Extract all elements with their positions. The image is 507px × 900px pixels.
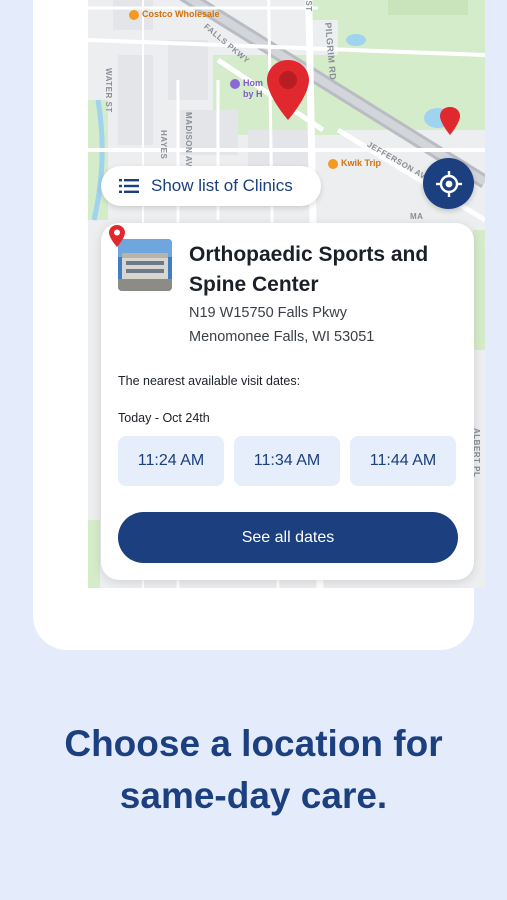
- poi-kwik-trip[interactable]: Kwik Trip: [328, 158, 381, 169]
- tipp-st-label: TIPP ST: [304, 0, 313, 12]
- clinic-photo: [118, 239, 172, 291]
- address-line-1: N19 W15750 Falls Pkwy: [189, 305, 347, 321]
- phone-frame: 41 WATER ST HAYES MADISON AVE FALLS PKWY…: [33, 0, 485, 650]
- clinic-name[interactable]: Orthopaedic Sports and Spine Center: [189, 240, 459, 300]
- list-icon: [119, 179, 139, 193]
- promo-headline: Choose a location for same-day care.: [0, 718, 507, 822]
- nearest-dates-label: The nearest available visit dates:: [118, 374, 301, 388]
- gas-icon: [328, 158, 338, 169]
- map-screen[interactable]: 41 WATER ST HAYES MADISON AVE FALLS PKWY…: [88, 0, 485, 588]
- poi-costco[interactable]: Costco Wholesale: [129, 9, 220, 20]
- time-slots: 11:24 AM 11:34 AM 11:44 AM: [118, 436, 456, 486]
- ma-label: MA: [410, 212, 424, 221]
- hotel-icon: [230, 78, 240, 89]
- poi-hotel[interactable]: Hom by H: [230, 78, 263, 99]
- clinic-pin-icon: [109, 225, 125, 247]
- map-pin-icon[interactable]: [440, 107, 460, 135]
- time-slot-button[interactable]: 11:44 AM: [350, 436, 456, 486]
- headline-line-2: same-day care.: [119, 775, 388, 816]
- show-list-label: Show list of Clinics: [151, 176, 293, 195]
- clinic-address: N19 W15750 Falls Pkwy Menomonee Falls, W…: [189, 301, 374, 349]
- time-slot-button[interactable]: 11:34 AM: [234, 436, 340, 486]
- selected-map-pin-icon[interactable]: [267, 60, 309, 120]
- my-location-button[interactable]: [423, 158, 474, 209]
- time-slot-button[interactable]: 11:24 AM: [118, 436, 224, 486]
- headline-line-1: Choose a location for: [64, 723, 443, 764]
- address-line-2: Menomonee Falls, WI 53051: [189, 329, 375, 345]
- madison-ave-label: MADISON AVE: [184, 112, 193, 174]
- crosshair-icon: [435, 170, 462, 197]
- shopping-icon: [129, 9, 139, 20]
- see-all-dates-button[interactable]: See all dates: [118, 512, 458, 563]
- show-list-button[interactable]: Show list of Clinics: [101, 166, 321, 206]
- hayes-label: HAYES: [159, 130, 168, 160]
- clinic-card[interactable]: Orthopaedic Sports and Spine Center N19 …: [101, 223, 474, 580]
- water-st-label: WATER ST: [104, 68, 113, 113]
- date-label: Today - Oct 24th: [118, 411, 210, 425]
